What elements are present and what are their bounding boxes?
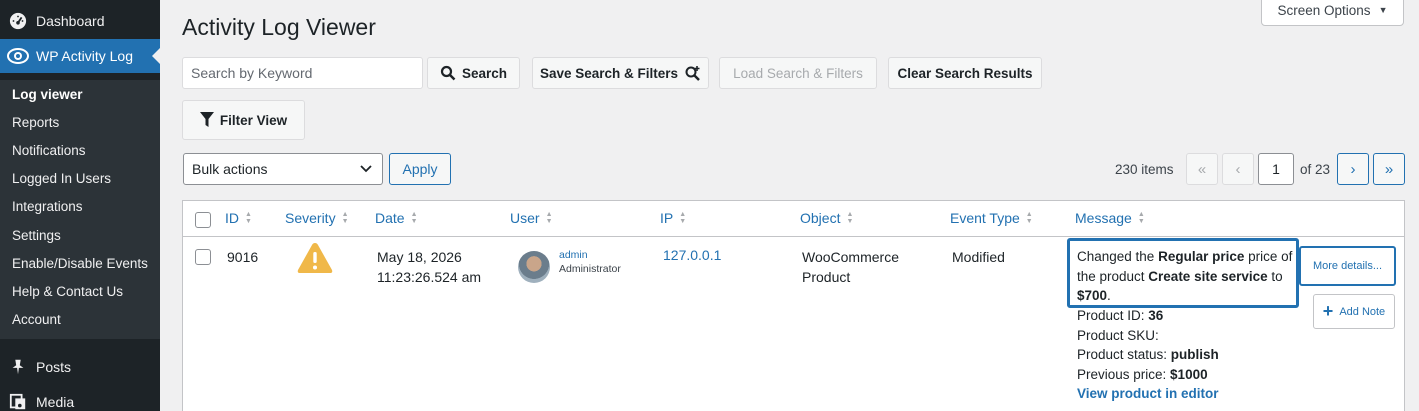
menu-posts[interactable]: Posts [0,350,160,384]
submenu-logged-in-users[interactable]: Logged In Users [0,165,160,193]
submenu-enable-disable-events[interactable]: Enable/Disable Events [0,249,160,277]
submenu-reports[interactable]: Reports [0,108,160,136]
menu-dashboard[interactable]: Dashboard [0,4,160,38]
menu-posts-label: Posts [36,359,72,375]
total-pages: of 23 [1300,162,1331,177]
last-page-button[interactable]: » [1373,153,1405,185]
plugin-submenu: Log viewer Reports Notifications Logged … [0,80,160,339]
search-button[interactable]: Search [427,57,520,89]
dashboard-icon [0,12,36,30]
row-id: 9016 [227,249,259,265]
sort-icon: ▲ ▼ [341,211,349,225]
filter-view-label: Filter View [219,112,288,128]
next-page-button[interactable]: › [1337,153,1369,185]
submenu-help-contact[interactable]: Help & Contact Us [0,277,160,305]
menu-wp-activity-log[interactable]: WP Activity Log [0,39,160,73]
plus-icon: + [1322,301,1334,321]
bulk-actions-select[interactable]: Bulk actions [183,153,383,185]
caret-down-icon: ▼ [1378,5,1388,15]
media-icon [0,393,36,411]
apply-button[interactable]: Apply [389,153,451,185]
menu-media-label: Media [36,394,75,410]
view-product-link[interactable]: View product in editor [1077,386,1219,401]
sort-icon: ▲ ▼ [410,211,418,225]
items-count: 230 items [1115,162,1174,177]
sort-icon: ▲ ▼ [245,211,252,225]
menu-media[interactable]: Media [0,385,160,411]
search-button-label: Search [461,65,508,81]
row-message: Changed the Regular price price of the p… [1077,249,1293,303]
user-role: Administrator [559,263,621,275]
prev-page-button[interactable]: ‹ [1222,153,1254,185]
column-ip[interactable]: IP ▲ ▼ [660,210,686,226]
screen-options-button[interactable]: Screen Options ▼ [1261,0,1404,26]
row-event-type: Modified [952,249,1005,265]
column-severity[interactable]: Severity ▲ ▼ [285,210,349,226]
ip-link[interactable]: 127.0.0.1 [663,247,721,263]
sort-icon: ▲ ▼ [1137,211,1145,225]
row-date: May 18, 2026 11:23:26.524 am [377,249,482,285]
chevron-down-icon [360,165,372,173]
menu-dashboard-label: Dashboard [36,13,105,29]
row-object: WooCommerce Product [802,249,899,285]
sort-icon: ▲ ▼ [545,211,553,225]
page-title: Activity Log Viewer [182,14,376,40]
menu-wp-activity-log-label: WP Activity Log [36,48,134,64]
more-details-button[interactable]: More details... [1299,246,1396,286]
eye-icon [0,46,36,66]
admin-sidebar: Dashboard WP Activity Log Log viewer Rep… [0,0,160,411]
column-object[interactable]: Object ▲ ▼ [800,210,853,226]
funnel-icon [199,112,214,127]
clear-search-button[interactable]: Clear Search Results [888,57,1042,89]
add-note-button[interactable]: + Add Note [1313,294,1395,329]
filter-view-button[interactable]: Filter View [182,100,305,140]
first-page-button[interactable]: « [1186,153,1218,185]
row-checkbox[interactable] [195,249,211,265]
column-user[interactable]: User ▲ ▼ [510,210,553,226]
column-date[interactable]: Date ▲ ▼ [375,210,418,226]
activity-log-table: ID ▲ ▼ Severity ▲ ▼ Date ▲ ▼ User ▲ ▼ IP ▲ ▼ Objec… [182,200,1405,411]
sort-icon: ▲ ▼ [679,211,687,225]
add-note-label: Add Note [1339,305,1386,318]
column-message[interactable]: Message ▲ ▼ [1075,210,1145,226]
warning-icon [296,241,334,278]
submenu-account[interactable]: Account [0,306,160,334]
table-header: ID ▲ ▼ Severity ▲ ▼ Date ▲ ▼ User ▲ ▼ IP ▲ ▼ Objec… [183,201,1404,237]
search-plus-icon [685,65,700,81]
sort-icon: ▲ ▼ [846,211,854,225]
column-event-type[interactable]: Event Type ▲ ▼ [950,210,1033,226]
current-page-input[interactable]: 1 [1258,153,1294,185]
submenu-settings[interactable]: Settings [0,221,160,249]
column-id[interactable]: ID ▲ ▼ [225,210,252,226]
search-input[interactable] [182,57,423,89]
save-search-button[interactable]: Save Search & Filters [532,57,709,89]
user-name-link[interactable]: admin [559,249,588,261]
save-search-label: Save Search & Filters [539,65,679,81]
avatar [518,251,550,283]
submenu-integrations[interactable]: Integrations [0,193,160,221]
bulk-actions-value: Bulk actions [192,161,268,177]
sort-icon: ▲ ▼ [1025,211,1033,225]
message-details: Product ID: 36 Product SKU: Product stat… [1077,308,1219,401]
screen-options-label: Screen Options [1277,2,1371,18]
pin-icon [0,358,36,376]
select-all-checkbox[interactable] [195,212,211,228]
load-search-button[interactable]: Load Search & Filters [719,57,877,89]
submenu-notifications[interactable]: Notifications [0,136,160,164]
search-icon [440,65,456,81]
submenu-log-viewer[interactable]: Log viewer [0,80,160,108]
